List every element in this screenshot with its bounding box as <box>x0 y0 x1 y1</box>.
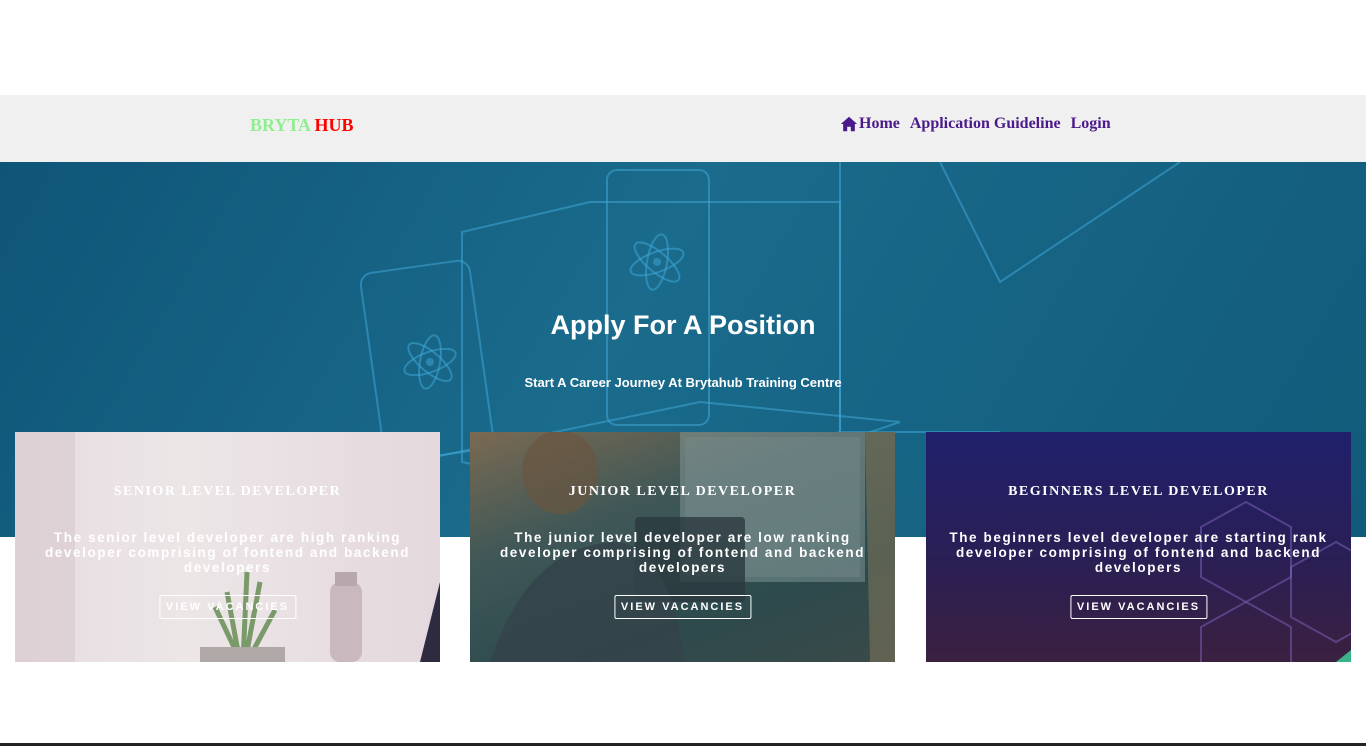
nav-login-label: Login <box>1070 115 1111 132</box>
brand-part1: BRYTA <box>250 115 311 135</box>
hero-title: Apply For A Position <box>550 310 816 340</box>
junior-level-card: JUNIOR LEVEL DEVELOPER The junior level … <box>470 432 895 662</box>
card-description: The beginners level developer are starti… <box>949 530 1328 575</box>
nav-links: Home Application Guideline Login <box>840 115 1111 133</box>
view-vacancies-button[interactable]: VIEW VACANCIES <box>613 595 752 619</box>
card-description: The junior level developer are low ranki… <box>499 530 866 575</box>
nav-login-link[interactable]: Login <box>1071 115 1111 133</box>
card-title: JUNIOR LEVEL DEVELOPER <box>568 484 797 499</box>
brand-logo[interactable]: BRYTA HUB <box>250 115 354 136</box>
card-description: The senior level developer are high rank… <box>44 530 411 575</box>
beginners-level-card: BEGINNERS LEVEL DEVELOPER The beginners … <box>926 432 1351 662</box>
senior-level-card: SENIOR LEVEL DEVELOPER The senior level … <box>15 432 440 662</box>
card-title: SENIOR LEVEL DEVELOPER <box>113 484 342 499</box>
hero-subtitle: Start A Career Journey At Brytahub Train… <box>524 375 842 390</box>
home-icon <box>840 116 858 132</box>
view-vacancies-button[interactable]: VIEW VACANCIES <box>158 595 297 619</box>
nav-application-guideline-link[interactable]: Application Guideline <box>910 115 1061 133</box>
page: BRYTA HUB Home Application Guideline Log… <box>0 0 1366 746</box>
view-vacancies-button[interactable]: VIEW VACANCIES <box>1069 595 1208 619</box>
navbar: BRYTA HUB Home Application Guideline Log… <box>0 95 1366 162</box>
nav-home-link[interactable]: Home <box>840 115 900 133</box>
nav-home-label: Home <box>859 115 900 132</box>
nav-application-guideline-label: Application Guideline <box>909 115 1061 132</box>
brand-part2: HUB <box>314 115 354 135</box>
card-title: BEGINNERS LEVEL DEVELOPER <box>1008 484 1269 499</box>
